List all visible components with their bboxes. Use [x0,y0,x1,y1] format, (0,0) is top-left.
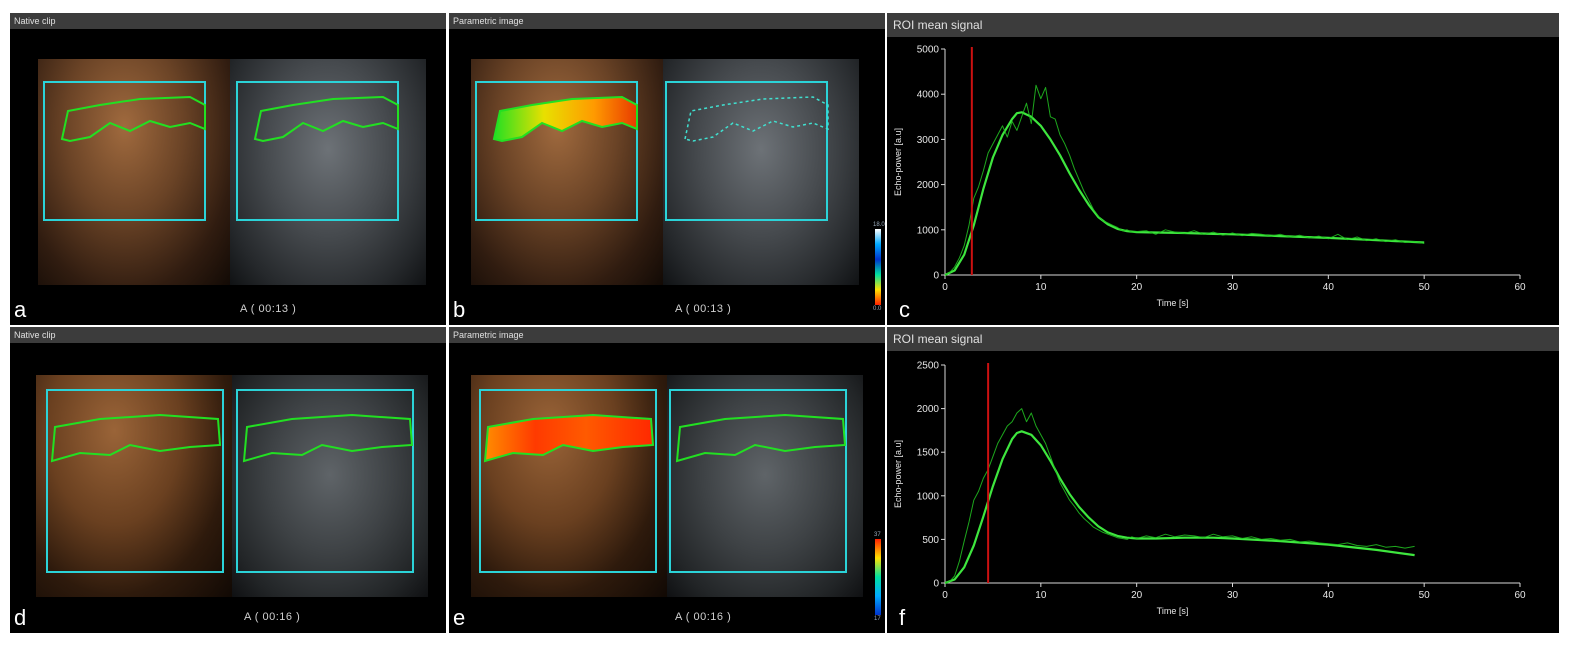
x-tick-label: 40 [1323,282,1335,293]
color-scale-max: 18.0 [873,222,885,228]
x-tick-label: 0 [942,282,948,293]
y-tick-label: 1000 [917,491,940,502]
x-tick-label: 10 [1035,282,1047,293]
y-tick-label: 0 [933,579,939,590]
y-tick-label: 3000 [917,135,940,146]
panel-letter: e [453,605,466,630]
y-tick-label: 5000 [917,45,940,56]
x-axis-label: Time [s] [1157,298,1189,308]
panel-b-parametric-image: Parametric image 18.0 0.0 b A ( 00:13 ) [449,13,885,325]
color-scale-bar [875,539,881,615]
y-tick-label: 500 [922,535,939,546]
color-scale-min: 0.0 [873,306,882,312]
panel-letter: b [453,297,466,322]
x-tick-label: 20 [1131,282,1143,293]
color-scale-max: 37 [874,532,881,538]
x-axis-label: Time [s] [1157,606,1189,616]
fit-curve [944,111,1425,276]
panel-d-native-clip: Native clip d A ( 00:16 ) [10,327,446,633]
y-tick-label: 0 [933,271,939,282]
parametric-overlay [492,95,829,143]
panel-e-parametric-image: Parametric image 37 17 e A ( 00:16 ) [449,327,885,633]
roi-signal-chart: 0 10 20 30 40 50 60 0 1000 2000 3000 4000 5000 Time [… [893,45,1526,309]
parametric-overlay [483,413,847,463]
y-tick-label: 4000 [917,90,940,101]
x-tick-label: 30 [1227,282,1239,293]
x-tick-label: 20 [1131,590,1143,601]
roi-signal-chart: 0 10 20 30 40 50 60 0 500 1000 1500 2000 2500 Time [s… [893,361,1526,617]
clip-timestamp: A ( 00:13 ) [240,303,297,315]
roi-contour [60,95,399,143]
panel-f-roi-mean-signal: ROI mean signal 0 10 20 30 40 50 60 0 500 1000 150… [887,327,1559,633]
x-tick-label: 50 [1419,590,1431,601]
roi-contour [50,413,414,463]
y-tick-label: 1000 [917,225,940,236]
x-tick-label: 60 [1514,590,1526,601]
x-tick-label: 30 [1227,590,1239,601]
fit-curve [944,430,1415,585]
y-tick-label: 2000 [917,404,940,415]
panel-c-roi-mean-signal: ROI mean signal 0 10 20 30 40 50 60 0 1000 2000 30… [887,13,1559,325]
x-tick-label: 40 [1323,590,1335,601]
clip-timestamp: A ( 00:13 ) [675,303,732,315]
panel-letter: a [14,297,27,322]
panel-letter: f [899,605,906,630]
panel-letter: c [899,297,910,322]
clip-timestamp: A ( 00:16 ) [244,611,301,623]
panel-a-native-clip: Native clip a A ( 00:13 ) [10,13,446,325]
y-tick-label: 2500 [917,361,940,372]
y-tick-label: 2000 [917,180,940,191]
x-tick-label: 50 [1419,282,1431,293]
y-tick-label: 1500 [917,448,940,459]
y-axis-label: Echo-power [a.u] [893,440,903,508]
panel-letter: d [14,605,27,630]
x-tick-label: 10 [1035,590,1047,601]
color-scale-min: 17 [874,616,881,622]
clip-timestamp: A ( 00:16 ) [675,611,732,623]
x-tick-label: 60 [1514,282,1526,293]
color-scale-bar [875,229,881,305]
y-axis-label: Echo-power [a.u] [893,128,903,196]
x-tick-label: 0 [942,590,948,601]
